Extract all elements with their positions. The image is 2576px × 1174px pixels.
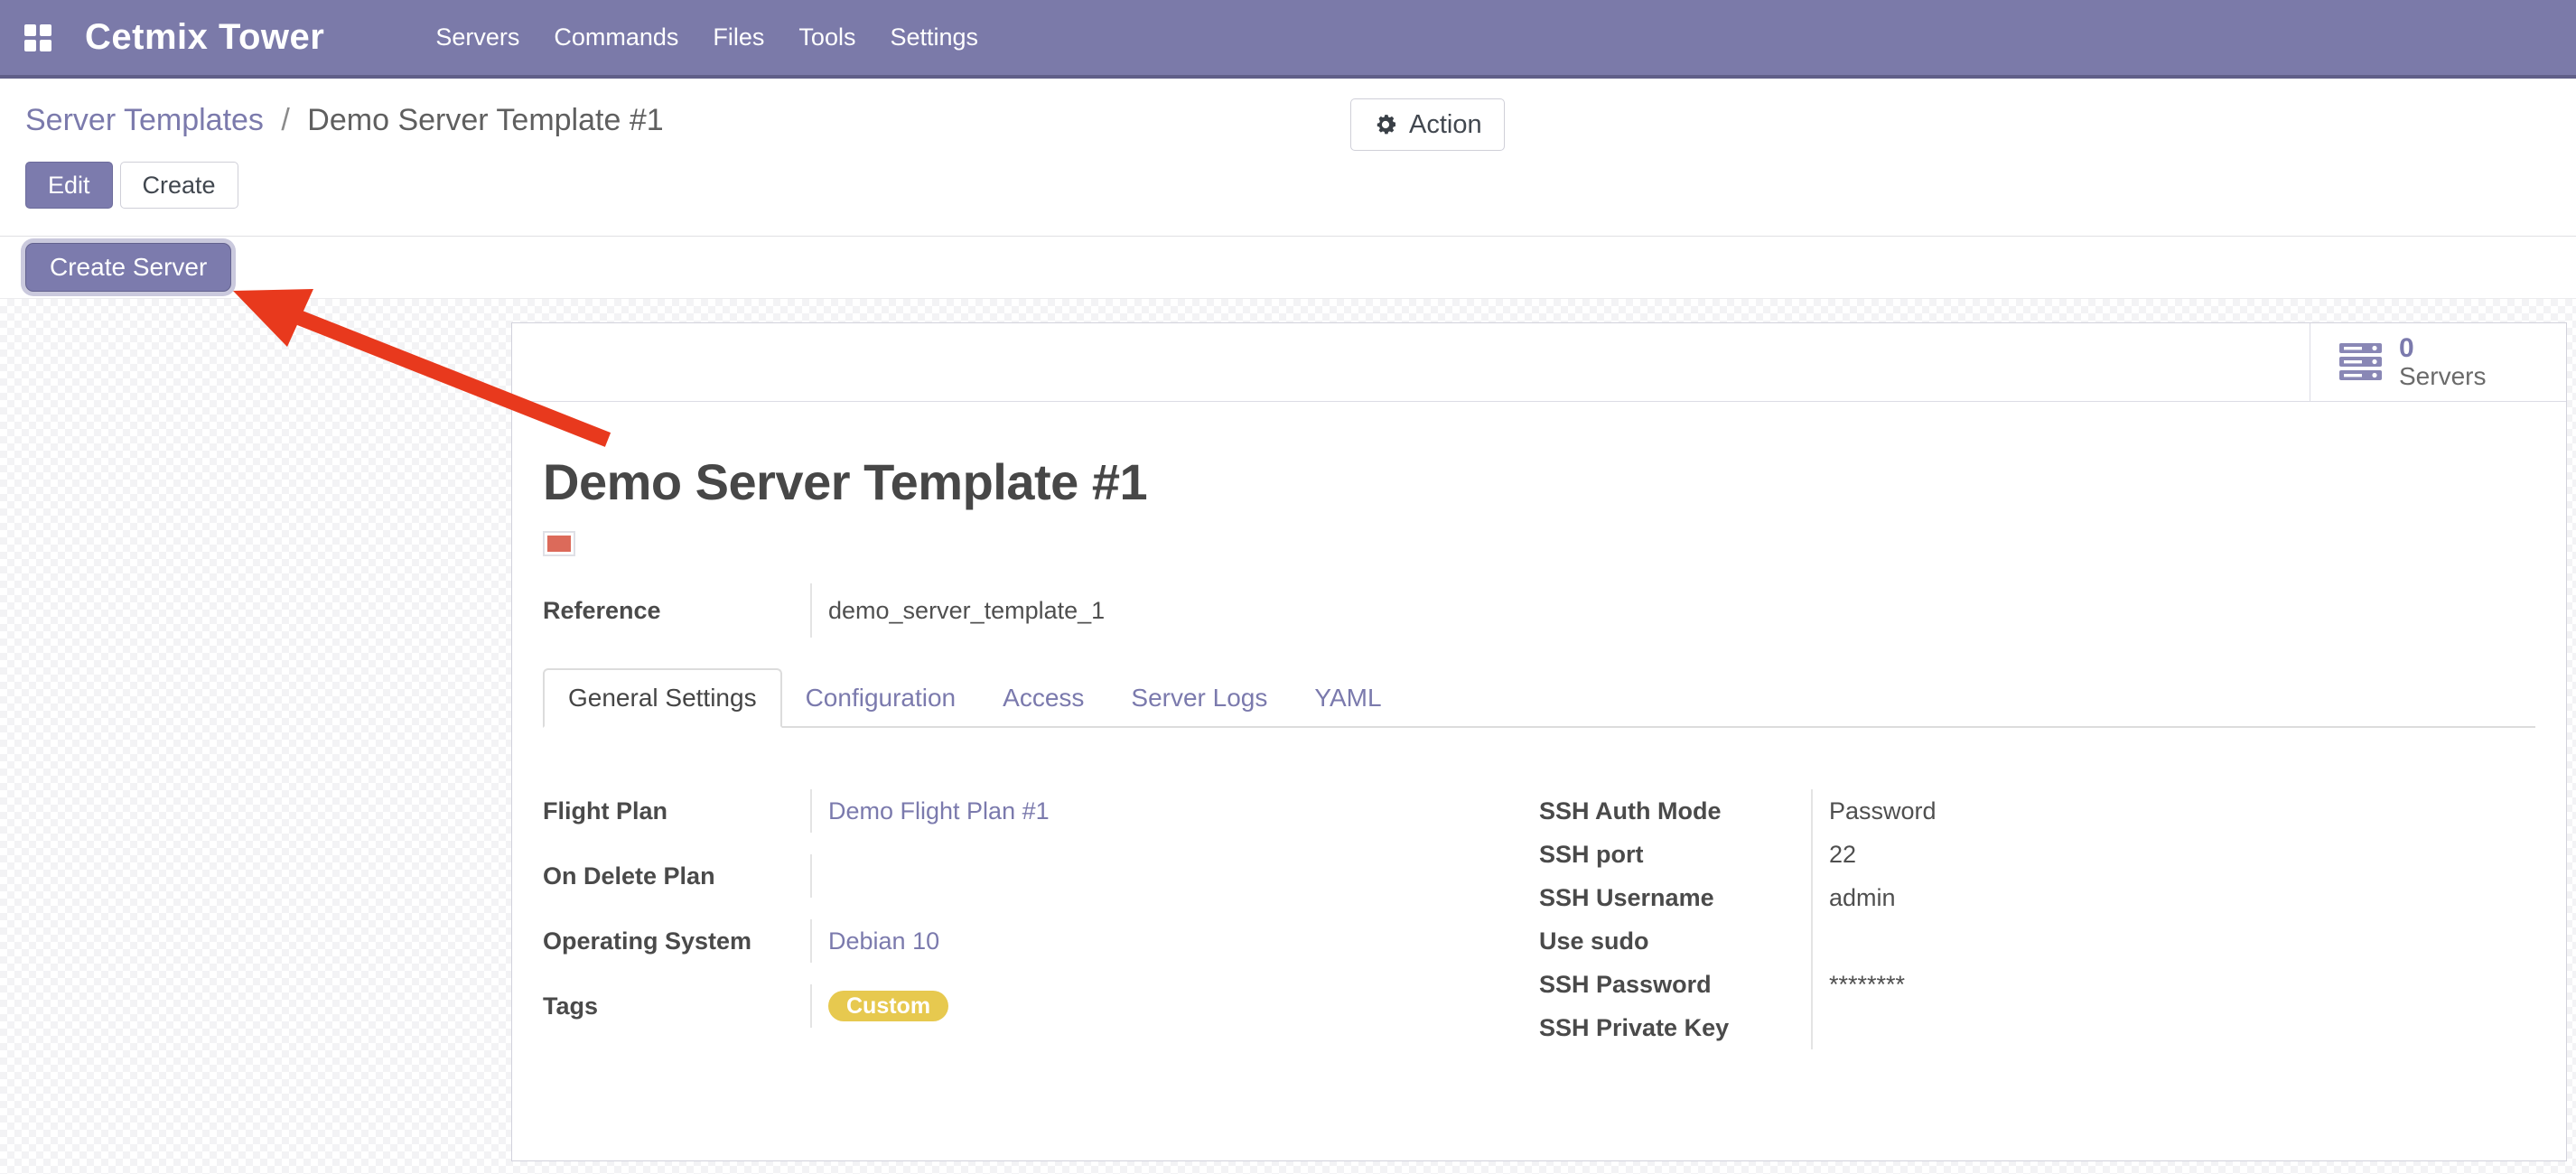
breadcrumb-separator: / [272, 103, 298, 137]
edit-button[interactable]: Edit [25, 162, 113, 209]
on-delete-plan-value [812, 854, 1539, 898]
tab-access[interactable]: Access [979, 669, 1107, 726]
tab-server-logs[interactable]: Server Logs [1107, 669, 1291, 726]
ssh-auth-mode-value: Password [1813, 789, 2535, 833]
on-delete-plan-label: On Delete Plan [543, 854, 812, 898]
servers-count: 0 [2399, 334, 2486, 363]
ssh-private-key-label: SSH Private Key [1539, 1006, 1813, 1049]
reference-value: demo_server_template_1 [812, 583, 1105, 638]
tags-label: Tags [543, 984, 812, 1028]
gear-icon [1373, 112, 1398, 137]
tab-yaml[interactable]: YAML [1291, 669, 1405, 726]
tag-badge-custom[interactable]: Custom [828, 991, 948, 1021]
flight-plan-value[interactable]: Demo Flight Plan #1 [828, 797, 1050, 825]
create-button[interactable]: Create [120, 162, 238, 209]
status-bar: Create Server [0, 237, 2576, 299]
reference-label: Reference [543, 583, 812, 638]
menu-item-files[interactable]: Files [695, 0, 781, 75]
breadcrumb-parent-link[interactable]: Server Templates [25, 103, 264, 137]
action-button-label: Action [1409, 110, 1482, 140]
ssh-port-value: 22 [1813, 833, 2535, 876]
reference-group: Reference demo_server_template_1 [543, 583, 2535, 638]
field-group-left: Flight Plan Demo Flight Plan #1 On Delet… [543, 789, 1539, 1049]
servers-stat-button[interactable]: 0 Servers [2310, 323, 2566, 401]
control-panel-buttons: Edit Create [25, 162, 2576, 209]
ssh-auth-mode-label: SSH Auth Mode [1539, 789, 1813, 833]
ssh-username-value: admin [1813, 876, 2535, 919]
menu-item-tools[interactable]: Tools [781, 0, 873, 75]
breadcrumb-current: Demo Server Template #1 [307, 103, 663, 137]
ssh-port-label: SSH port [1539, 833, 1813, 876]
ssh-private-key-value [1813, 1006, 2535, 1049]
field-group-right: SSH Auth Mode Password SSH port 22 SSH U… [1539, 789, 2535, 1049]
flight-plan-label: Flight Plan [543, 789, 812, 833]
stat-text: 0 Servers [2399, 334, 2486, 390]
operating-system-value[interactable]: Debian 10 [828, 927, 939, 955]
ssh-password-label: SSH Password [1539, 963, 1813, 1006]
action-button[interactable]: Action [1350, 98, 1505, 151]
color-swatch[interactable] [543, 531, 575, 556]
ssh-username-label: SSH Username [1539, 876, 1813, 919]
control-panel: Server Templates / Demo Server Template … [0, 79, 2576, 237]
use-sudo-label: Use sudo [1539, 919, 1813, 963]
general-settings-fields: Flight Plan Demo Flight Plan #1 On Delet… [543, 789, 2535, 1049]
content-background: 0 Servers Demo Server Template #1 Refere… [0, 299, 2576, 1174]
use-sudo-value [1813, 919, 2535, 963]
main-menu: Servers Commands Files Tools Settings [418, 0, 995, 75]
apps-grid-icon[interactable] [23, 23, 52, 52]
record-title: Demo Server Template #1 [543, 452, 2535, 511]
create-server-button[interactable]: Create Server [25, 243, 231, 292]
notebook-tabs: General Settings Configuration Access Se… [543, 669, 2535, 728]
ssh-password-value: ******** [1813, 963, 2535, 1006]
tab-configuration[interactable]: Configuration [782, 669, 980, 726]
menu-item-servers[interactable]: Servers [418, 0, 537, 75]
tab-general-settings[interactable]: General Settings [543, 668, 782, 728]
form-sheet: 0 Servers Demo Server Template #1 Refere… [511, 322, 2567, 1161]
stat-button-row: 0 Servers [512, 323, 2566, 402]
brand-title: Cetmix Tower [85, 17, 324, 58]
breadcrumb: Server Templates / Demo Server Template … [25, 98, 2576, 142]
servers-count-label: Servers [2399, 363, 2486, 390]
menu-item-settings[interactable]: Settings [873, 0, 995, 75]
menu-item-commands[interactable]: Commands [537, 0, 695, 75]
server-rack-icon [2339, 343, 2385, 381]
sheet-body: Demo Server Template #1 Reference demo_s… [512, 452, 2566, 1049]
operating-system-label: Operating System [543, 919, 812, 963]
top-navbar: Cetmix Tower Servers Commands Files Tool… [0, 0, 2576, 79]
